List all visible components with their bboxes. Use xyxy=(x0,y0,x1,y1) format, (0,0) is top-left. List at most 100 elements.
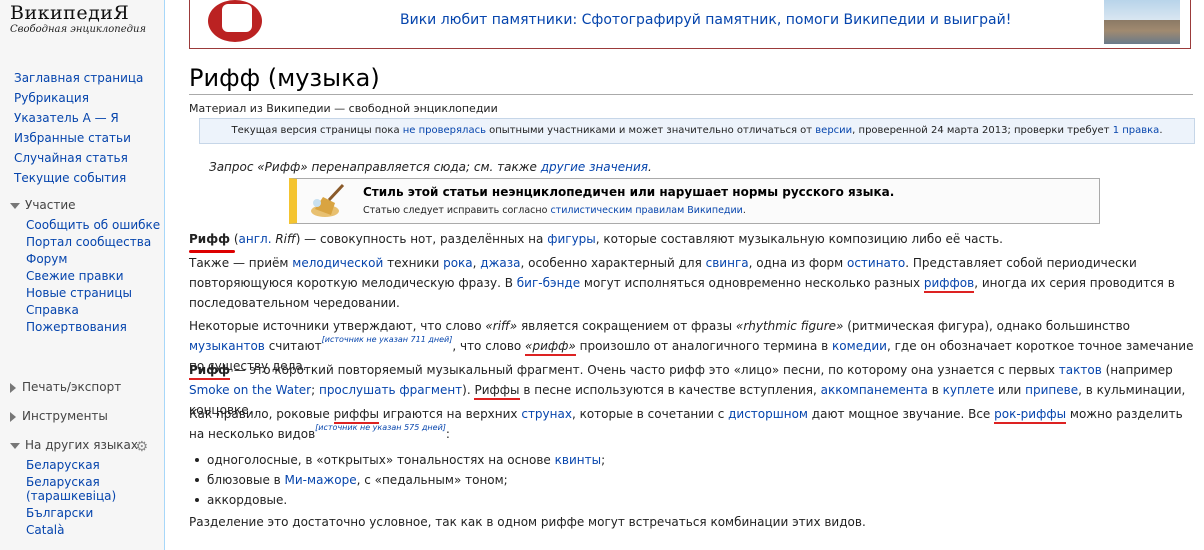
lang-be[interactable]: Беларуская xyxy=(26,458,164,472)
banner-link[interactable]: Вики любит памятники: Сфотографируй памя… xyxy=(400,12,1011,28)
text: , особенно характерный для xyxy=(520,256,706,270)
text: — это короткий повторяемый музыкальный ф… xyxy=(230,363,1059,377)
nav-community-portal[interactable]: Портал сообщества xyxy=(26,235,164,249)
italic-text: «рифф» xyxy=(525,339,576,356)
text: : xyxy=(445,427,450,441)
link-comedy[interactable]: комедии xyxy=(832,339,887,353)
logo-subtitle: Свободная энциклопедия xyxy=(10,24,147,35)
portal-participation: Участие Сообщить об ошибке Портал сообще… xyxy=(0,195,164,337)
paragraph-6: Разделение это достаточно условное, так … xyxy=(189,515,866,529)
text: считают xyxy=(264,339,322,353)
link-accompaniment[interactable]: аккомпанемента xyxy=(821,383,928,397)
ambox-title: Стиль этой статьи неэнциклопедичен или н… xyxy=(363,185,895,199)
text: ). xyxy=(462,383,475,397)
portal-languages-head[interactable]: На других языках ⚙ xyxy=(0,435,164,455)
link-figures[interactable]: фигуры xyxy=(547,232,596,246)
nav-random[interactable]: Случайная статья xyxy=(14,148,143,168)
castle-photo[interactable] xyxy=(1104,0,1180,44)
text: , что слово xyxy=(452,339,526,353)
text: дают мощное звучание. Все xyxy=(807,407,995,421)
link-e-major[interactable]: Ми-мажоре xyxy=(285,473,357,487)
ambox-text: Статью следует исправить согласно стилис… xyxy=(363,205,746,216)
style-warning-box: Стиль этой статьи неэнциклопедичен или н… xyxy=(289,178,1100,224)
nav-help[interactable]: Справка xyxy=(26,303,164,317)
nav-index[interactable]: Указатель А — Я xyxy=(14,108,143,128)
text: ; xyxy=(601,453,606,467)
text: , с «педальным» тоном; xyxy=(356,473,508,487)
portal-print-head[interactable]: Печать/экспорт xyxy=(0,377,164,397)
text: одноголосные, в «открытых» тональностях … xyxy=(207,453,555,467)
text: , которые в сочетании с xyxy=(571,407,729,421)
link-strings[interactable]: струнах xyxy=(521,407,572,421)
wiki-loves-monuments-logo[interactable] xyxy=(208,0,262,42)
link-musicians[interactable]: музыкантов xyxy=(189,339,265,353)
hatnote: Запрос «Рифф» перенаправляется сюда; см.… xyxy=(209,160,652,174)
ambox-style-link[interactable]: стилистическим правилам Википедии xyxy=(550,205,742,216)
nav-donate[interactable]: Пожертвования xyxy=(26,320,164,334)
citation-needed-link[interactable]: [источник не указан 711 дней] xyxy=(322,335,453,344)
nav-forum[interactable]: Форум xyxy=(26,252,164,266)
hatnote-text: Запрос «Рифф» перенаправляется сюда; см.… xyxy=(209,160,541,174)
nav-categories[interactable]: Рубрикация xyxy=(14,88,143,108)
text: , одна из форм xyxy=(748,256,847,270)
paragraph-5: Как правило, роковые риффы играются на в… xyxy=(189,404,1199,444)
link-jazz[interactable]: джаза xyxy=(480,256,520,270)
portal-participation-label: Участие xyxy=(25,198,76,212)
collapse-arrow-icon xyxy=(10,202,20,209)
link-english[interactable]: англ. xyxy=(239,232,272,246)
nav-main-page[interactable]: Заглавная страница xyxy=(14,68,143,88)
portal-tools: Инструменты xyxy=(0,406,164,426)
link-bars[interactable]: тактов xyxy=(1059,363,1102,377)
link-verse[interactable]: куплете xyxy=(943,383,995,397)
page-title: Рифф (музыка) xyxy=(189,64,1193,95)
wikipedia-logo[interactable]: ВикипедиЯ Свободная энциклопедия xyxy=(10,2,155,35)
nav-current-events[interactable]: Текущие события xyxy=(14,168,143,188)
nav-new-pages[interactable]: Новые страницы xyxy=(26,286,164,300)
nav-recent-changes[interactable]: Свежие правки xyxy=(26,269,164,283)
flagged-link-unchecked[interactable]: не проверялась xyxy=(403,125,486,136)
citation-needed-link[interactable]: [источник не указан 575 дней] xyxy=(315,423,446,432)
flagged-link-edits[interactable]: 1 правка xyxy=(1113,125,1160,136)
hatnote-end: . xyxy=(647,160,652,174)
link-ostinato[interactable]: остинато xyxy=(847,256,905,270)
lang-be-tarask[interactable]: Беларуская (тарашкевіца) xyxy=(26,475,164,503)
nav-report-error[interactable]: Сообщить об ошибке xyxy=(26,218,164,232)
link-melodic[interactable]: мелодической xyxy=(292,256,383,270)
text: или xyxy=(994,383,1026,397)
link-swing[interactable]: свинга xyxy=(706,256,749,270)
sidebar: ВикипедиЯ Свободная энциклопедия Заглавн… xyxy=(0,0,164,550)
link-rock-riffs[interactable]: рок-риффы xyxy=(994,407,1067,424)
portal-print-label: Печать/экспорт xyxy=(22,380,122,394)
link-chorus[interactable]: припеве xyxy=(1025,383,1078,397)
link-fifths[interactable]: квинты xyxy=(555,453,601,467)
link-big-band[interactable]: биг-бэнде xyxy=(517,276,580,290)
text: риффы xyxy=(333,407,379,424)
hatnote-link[interactable]: другие значения xyxy=(541,160,648,174)
ambox-text-body: Статью следует исправить согласно xyxy=(363,205,551,216)
gear-icon[interactable]: ⚙ xyxy=(135,437,148,457)
site-notice-banner: Вики любит памятники: Сфотографируй памя… xyxy=(189,0,1191,49)
italic-text: Riff xyxy=(275,232,296,246)
flagged-text: . xyxy=(1159,125,1163,136)
list-item: аккордовые. xyxy=(194,490,605,510)
text: (ритмическая фигура), однако большинство xyxy=(843,319,1130,333)
portal-tools-head[interactable]: Инструменты xyxy=(0,406,164,426)
lang-ca[interactable]: Català xyxy=(26,523,164,537)
portal-participation-head[interactable]: Участие xyxy=(0,195,164,215)
text: Как правило, роковые xyxy=(189,407,334,421)
nav-featured[interactable]: Избранные статьи xyxy=(14,128,143,148)
portal-languages-label: На других языках xyxy=(25,438,139,452)
link-listen-fragment[interactable]: прослушать фрагмент xyxy=(319,383,462,397)
text: Риффы xyxy=(474,383,520,400)
lang-bg[interactable]: Български xyxy=(26,506,164,520)
flagged-text: , проверенной 24 марта 2013; проверки тр… xyxy=(852,125,1113,136)
flagged-link-version[interactable]: версии xyxy=(815,125,852,136)
text: ; xyxy=(311,383,319,397)
flagged-text: опытными участниками и может значительно… xyxy=(485,125,816,136)
link-smoke-on-the-water[interactable]: Smoke on the Water xyxy=(189,383,311,397)
link-rock[interactable]: рока xyxy=(443,256,473,270)
text: (например xyxy=(1101,363,1173,377)
link-riffs[interactable]: риффов xyxy=(923,276,975,293)
collapse-arrow-icon xyxy=(10,442,20,449)
link-distortion[interactable]: дисторшном xyxy=(728,407,808,421)
